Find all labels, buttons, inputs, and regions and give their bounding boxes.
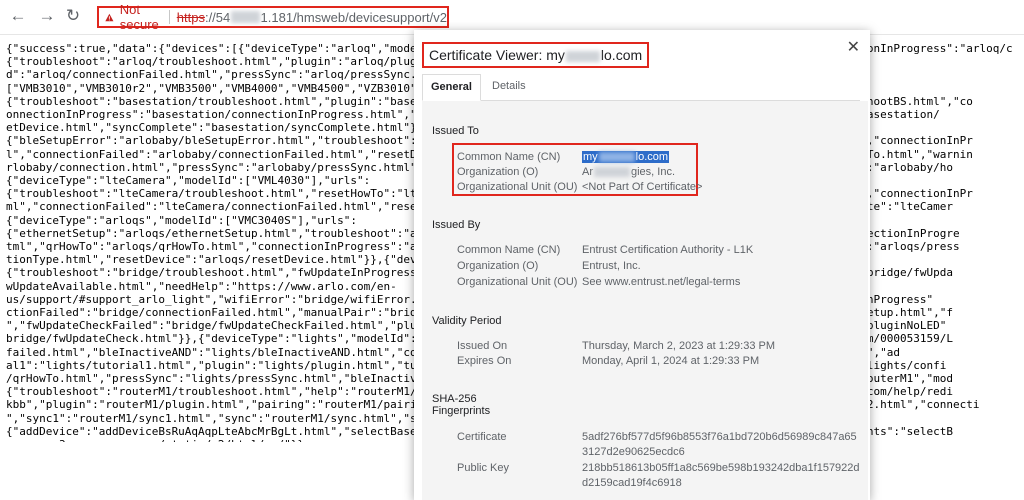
certificate-viewer-dialog: ✕ Certificate Viewer: my lo.com General D… <box>414 30 870 500</box>
public-key-value: 218bb518613b05ff1a8c569be598b193242dba1f… <box>582 462 860 489</box>
address-bar[interactable]: Not secure https ://54 1.181/hmsweb/devi… <box>97 2 449 32</box>
back-icon[interactable]: ← <box>8 6 28 26</box>
expires-on-value: Monday, April 1, 2024 at 1:29:33 PM <box>582 355 760 367</box>
issued-on-value: Thursday, March 2, 2023 at 1:29:33 PM <box>582 340 776 352</box>
issued-to-cn-label: Common Name (CN) <box>457 151 561 163</box>
address-separator <box>169 10 170 24</box>
reload-icon[interactable]: ↻ <box>63 6 83 26</box>
expires-on-label: Expires On <box>457 355 512 367</box>
validity-heading: Validity Period <box>432 315 502 327</box>
sha256-heading: SHA-256 <box>432 393 477 405</box>
cert-fingerprint-label: Certificate <box>457 431 507 443</box>
issued-to-heading: Issued To <box>432 125 479 137</box>
tab-general[interactable]: General <box>422 74 481 101</box>
issued-on-label: Issued On <box>457 340 508 352</box>
issued-to-ou-label: Organizational Unit (OU) <box>457 181 578 193</box>
issued-by-heading: Issued By <box>432 219 481 231</box>
issued-to-o-value: Ar gies, Inc. <box>582 166 675 178</box>
issued-by-cn-value: Entrust Certification Authority - L1K <box>582 244 754 256</box>
not-secure-label[interactable]: Not secure <box>120 2 162 32</box>
issued-to-ou-value: <Not Part Of Certificate> <box>582 181 703 193</box>
url-path: 1.181/hmsweb/devicesupport/v2 <box>260 9 447 25</box>
url-scheme: https <box>176 9 205 25</box>
issued-to-o-label: Organization (O) <box>457 166 539 178</box>
general-tab-content: Issued To Common Name (CN) my lo.com Orga… <box>422 101 868 500</box>
o-prefix: Ar <box>582 166 593 178</box>
forward-icon[interactable]: → <box>37 6 57 26</box>
fingerprints-heading: Fingerprints <box>432 405 491 417</box>
tab-details[interactable]: Details <box>484 74 534 99</box>
redacted-region <box>598 152 635 163</box>
redacted-region <box>231 11 260 23</box>
redacted-region <box>565 50 600 62</box>
title-prefix: Certificate Viewer: my <box>429 47 565 63</box>
public-key-label: Public Key <box>457 462 509 474</box>
issued-to-cn-value[interactable]: my lo.com <box>582 151 670 163</box>
redacted-region <box>594 167 630 178</box>
o-suffix: gies, Inc. <box>631 166 676 178</box>
issued-by-cn-label: Common Name (CN) <box>457 244 561 256</box>
issued-by-o-value: Entrust, Inc. <box>582 260 641 272</box>
cn-suffix: lo.com <box>635 151 669 163</box>
cert-fingerprint-value: 5adf276bf577d5f96b8553f76a1bd720b6d56989… <box>582 431 857 458</box>
title-suffix: lo.com <box>600 47 643 63</box>
url-host-start: ://54 <box>204 9 231 25</box>
warning-icon <box>105 13 114 21</box>
issued-by-o-label: Organization (O) <box>457 260 539 272</box>
tab-bar: General Details <box>422 74 860 101</box>
cn-prefix: my <box>583 151 598 163</box>
close-icon[interactable]: ✕ <box>847 37 860 57</box>
issued-by-ou-value: See www.entrust.net/legal-terms <box>582 276 741 288</box>
issued-by-ou-label: Organizational Unit (OU) <box>457 276 578 288</box>
dialog-title: Certificate Viewer: my lo.com <box>422 42 650 68</box>
